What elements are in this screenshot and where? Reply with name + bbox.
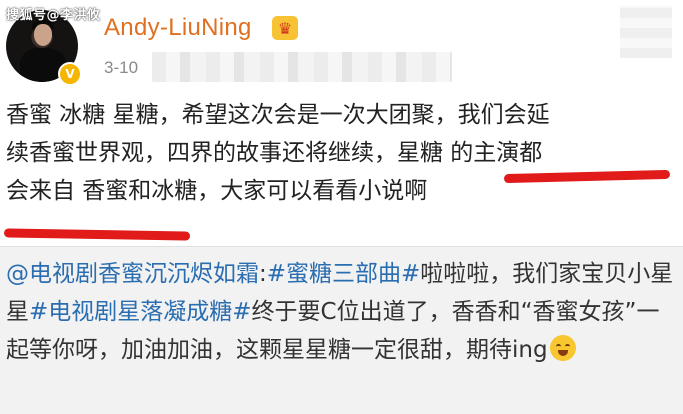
smile-emoji-icon xyxy=(549,335,576,361)
mention-link[interactable]: @电视剧香蜜沉沉烬如霜 xyxy=(6,261,259,287)
post-line: 续香蜜世界观，四界的故事还将继续，星糖 的主演都 xyxy=(6,140,543,166)
post-line: 会来自 香蜜和冰糖，大家可以看看小说啊 xyxy=(6,178,428,204)
verified-badge-icon: V xyxy=(58,62,82,86)
post-line: 香蜜 冰糖 星糖，希望这次会是一次大团聚，我们会延 xyxy=(6,102,550,128)
hashtag-link[interactable]: #蜜糖三部曲# xyxy=(267,261,421,287)
repost-body: @电视剧香蜜沉沉烬如霜:#蜜糖三部曲#啦啦啦，我们家宝贝小星星#电视剧星落凝成糖… xyxy=(6,255,678,369)
username-link[interactable]: Andy-LiuNing xyxy=(104,14,252,42)
hashtag-link[interactable]: #电视剧星落凝成糖# xyxy=(29,299,252,325)
vip-crown-icon: ♛ xyxy=(272,16,298,40)
blurred-source-text xyxy=(152,52,452,82)
separator: : xyxy=(259,261,267,287)
blurred-region xyxy=(620,6,672,58)
post-date[interactable]: 3-10 xyxy=(104,58,138,78)
watermark: 搜狐号@李洪攸 xyxy=(6,8,101,23)
repost-box[interactable]: @电视剧香蜜沉沉烬如霜:#蜜糖三部曲#啦啦啦，我们家宝贝小星星#电视剧星落凝成糖… xyxy=(0,246,683,414)
post-body: 香蜜 冰糖 星糖，希望这次会是一次大团聚，我们会延 续香蜜世界观，四界的故事还将… xyxy=(6,96,678,210)
highlight-underline xyxy=(3,228,191,241)
